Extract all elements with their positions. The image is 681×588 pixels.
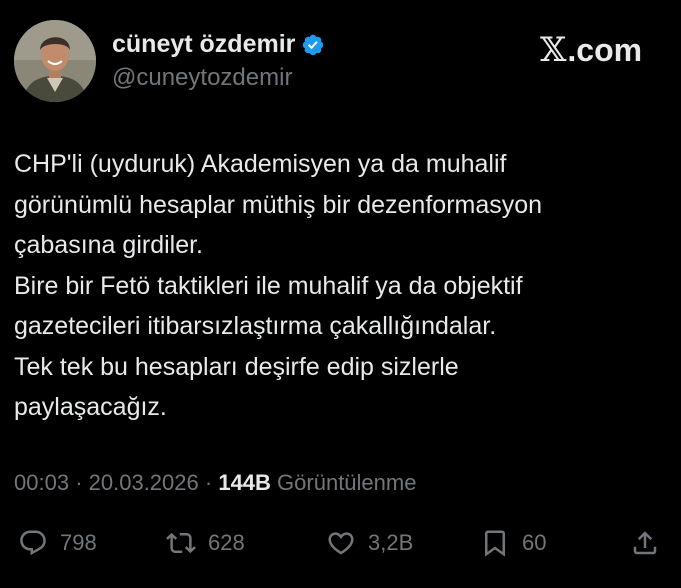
- share-button[interactable]: [630, 528, 660, 558]
- avatar-photo: [14, 20, 96, 102]
- tweet-text: CHP'li (uyduruk) Akademisyen ya da muhal…: [14, 144, 669, 428]
- site-logo-suffix: .com: [567, 32, 643, 68]
- reply-count: 798: [60, 530, 97, 555]
- meta-separator: ·: [204, 470, 213, 495]
- tweet-text-line: gazetecileri itibarsızlaştırma çakallığı…: [14, 312, 497, 340]
- repost-button[interactable]: 628: [166, 528, 245, 558]
- action-bar: 798 628 3,2B 60: [0, 520, 681, 570]
- tweet-meta: 00:03 · 20.03.2026 · 144B Görüntülenme: [14, 470, 416, 496]
- tweet-text-line: görünümlü hesaplar müthiş bir dezenforma…: [14, 190, 543, 219]
- meta-separator: ·: [75, 470, 83, 495]
- repost-icon: [166, 532, 196, 554]
- like-icon: [328, 532, 354, 555]
- tweet-time[interactable]: 00:03: [14, 470, 69, 495]
- reply-icon: [20, 530, 46, 556]
- like-count: 3,2B: [368, 530, 414, 555]
- site-logo: 𝕏 .com: [540, 30, 642, 70]
- reply-button[interactable]: 798: [18, 528, 97, 558]
- share-icon: [633, 531, 657, 555]
- x-logo-icon: 𝕏: [540, 30, 567, 70]
- tweet-date[interactable]: 20.03.2026: [89, 470, 199, 495]
- views-count: 144B: [218, 470, 271, 495]
- tweet-card: cüneyt özdemir @cuneytozdemir 𝕏 .com CHP…: [0, 0, 681, 588]
- author-name-text: cüneyt özdemir: [112, 30, 296, 58]
- verified-badge-icon: [303, 34, 324, 55]
- bookmark-button[interactable]: 60: [480, 528, 546, 558]
- views-label: Görüntülenme: [277, 470, 417, 495]
- tweet-text-line: Bire bir Fetö taktikleri ile muhalif ya …: [14, 271, 523, 300]
- bookmark-count: 60: [522, 530, 547, 555]
- tweet-text-line: paylaşacağız.: [14, 393, 167, 421]
- author-handle[interactable]: @cuneytozdemir: [112, 64, 292, 92]
- tweet-text-line: çabasına girdiler.: [14, 231, 204, 259]
- repost-count: 628: [208, 530, 245, 555]
- tweet-text-line: CHP'li (uyduruk) Akademisyen ya da muhal…: [14, 150, 507, 178]
- bookmark-icon: [485, 530, 505, 557]
- tweet-text-line: Tek tek bu hesapları deşirfe edip sizler…: [14, 352, 459, 381]
- avatar[interactable]: [14, 20, 96, 102]
- like-button[interactable]: 3,2B: [326, 528, 413, 558]
- author-display-name[interactable]: cüneyt özdemir: [112, 30, 325, 59]
